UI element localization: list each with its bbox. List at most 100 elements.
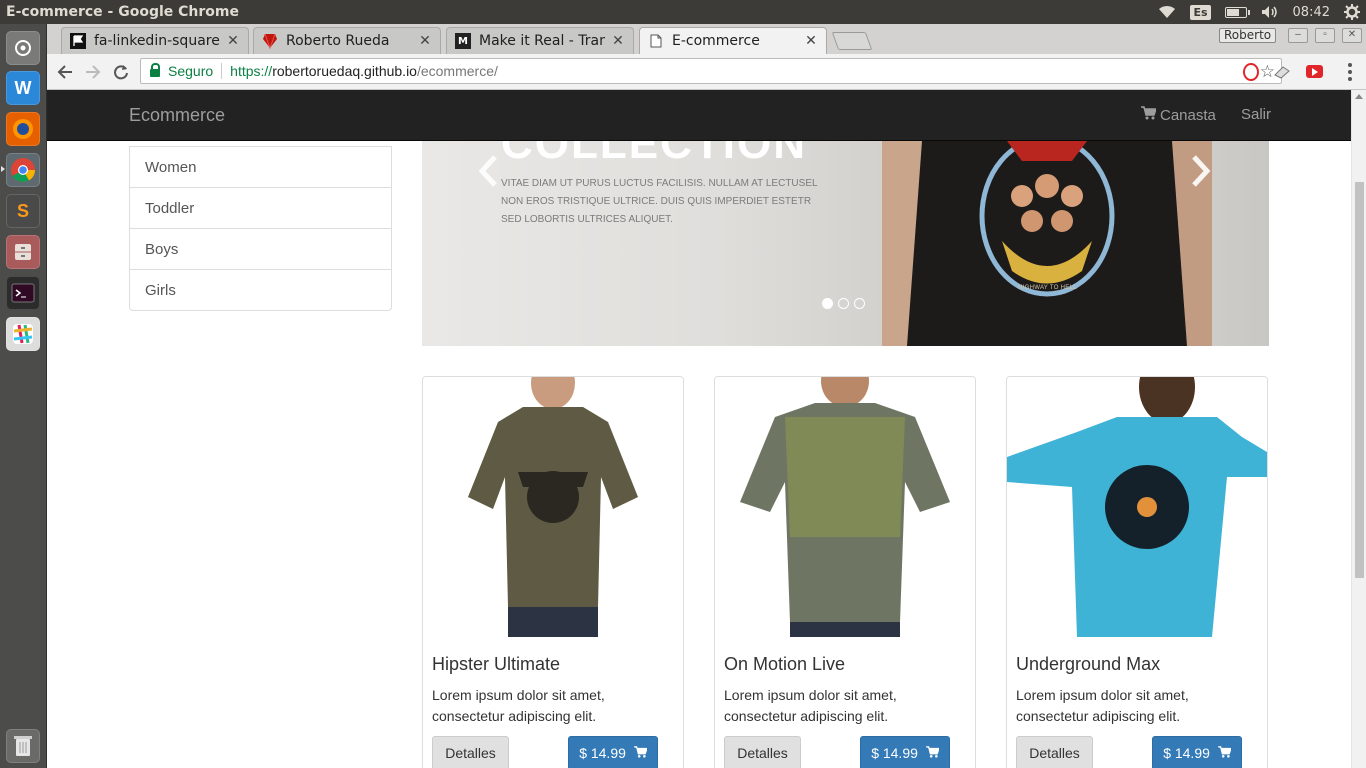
category-item-women[interactable]: Women xyxy=(130,146,391,187)
product-description: Lorem ipsum dolor sit amet, consectetur … xyxy=(724,687,897,724)
terminal-icon[interactable] xyxy=(6,276,40,310)
tab-title: Make it Real - Transl xyxy=(479,33,605,49)
scrollbar-thumb[interactable] xyxy=(1355,182,1364,578)
carousel-indicators xyxy=(822,298,865,309)
os-top-panel: E-commerce - Google Chrome Es 08:42 xyxy=(0,0,1366,24)
carousel-shirt-print: HIGHWAY TO HELL xyxy=(1018,285,1077,291)
category-item-boys[interactable]: Boys xyxy=(130,228,391,269)
nav-cart-link[interactable]: Canasta xyxy=(1141,106,1216,124)
carousel-indicator[interactable] xyxy=(838,298,849,309)
omnibox-divider xyxy=(221,63,223,79)
tab-title: E-commerce xyxy=(672,33,760,49)
minimize-button[interactable]: – xyxy=(1288,28,1308,43)
nav-logout-link[interactable]: Salir xyxy=(1241,106,1271,123)
battery-icon[interactable] xyxy=(1224,6,1250,18)
product-card: Hipster Ultimate Lorem ipsum dolor sit a… xyxy=(422,376,684,768)
sublime-text-icon[interactable]: S xyxy=(6,194,40,228)
price-label: $ 14.99 xyxy=(871,745,918,761)
product-name[interactable]: Hipster Ultimate xyxy=(432,654,560,675)
details-button[interactable]: Detalles xyxy=(1016,736,1093,768)
tab-roberto-rueda[interactable]: Roberto Rueda ✕ xyxy=(253,27,441,54)
chrome-menu-icon[interactable] xyxy=(1348,63,1352,81)
carousel-model-image xyxy=(882,141,1212,346)
tab-ecommerce[interactable]: E-commerce ✕ xyxy=(639,27,827,54)
carousel-next-button[interactable] xyxy=(1190,155,1212,196)
product-name[interactable]: Underground Max xyxy=(1016,654,1160,675)
close-icon[interactable]: ✕ xyxy=(804,33,818,49)
dash-home-icon[interactable] xyxy=(6,31,40,65)
details-button[interactable]: Detalles xyxy=(432,736,509,768)
url-path: /ecommerce/ xyxy=(416,63,498,79)
running-indicator xyxy=(1,166,5,172)
profile-button[interactable]: Roberto xyxy=(1219,28,1277,43)
carousel-indicator[interactable] xyxy=(854,298,865,309)
product-card: Underground Max Lorem ipsum dolor sit am… xyxy=(1006,376,1268,768)
product-description: Lorem ipsum dolor sit amet, consectetur … xyxy=(432,687,605,724)
chrome-icon[interactable] xyxy=(6,153,40,187)
wifi-icon[interactable] xyxy=(1158,5,1176,19)
lock-icon[interactable] xyxy=(150,63,160,77)
tab-title: fa-linkedin-square: xyxy=(94,33,220,49)
youtube-extension-icon[interactable] xyxy=(1306,65,1323,78)
browser-toolbar: Seguro https:// robertoruedaq.github.io … xyxy=(47,54,1366,90)
page-viewport: Ecommerce Canasta Salir Women Toddler Bo… xyxy=(47,90,1351,768)
close-icon[interactable]: ✕ xyxy=(418,33,432,49)
carousel-caption: VITAE DIAM UT PURUS LUCTUS FACILISIS. NU… xyxy=(501,178,818,225)
close-icon[interactable]: ✕ xyxy=(611,33,625,49)
page-icon xyxy=(648,33,664,49)
close-icon[interactable]: ✕ xyxy=(226,33,240,49)
wps-writer-icon[interactable]: W xyxy=(6,71,40,105)
tab-fa-linkedin[interactable]: fa-linkedin-square: ✕ xyxy=(61,27,249,54)
back-button[interactable] xyxy=(53,60,77,84)
browser-tab-strip: fa-linkedin-square: ✕ Roberto Rueda ✕ M … xyxy=(47,24,1366,54)
add-to-cart-button[interactable]: $ 14.99 xyxy=(568,736,658,768)
shopping-cart-icon xyxy=(1141,106,1158,124)
volume-icon[interactable] xyxy=(1261,5,1279,19)
forward-button[interactable] xyxy=(81,60,105,84)
shopping-cart-icon xyxy=(1217,745,1232,761)
ruby-icon xyxy=(262,33,278,49)
unity-launcher: W S xyxy=(0,24,47,768)
keyboard-layout-indicator[interactable]: Es xyxy=(1190,4,1211,20)
url-scheme: https:// xyxy=(230,63,273,79)
reload-button[interactable] xyxy=(109,60,133,84)
trash-icon[interactable] xyxy=(6,729,40,763)
shopping-cart-icon xyxy=(633,745,648,761)
price-label: $ 14.99 xyxy=(579,745,626,761)
file-cabinet-icon[interactable] xyxy=(6,235,40,269)
flag-icon xyxy=(70,33,86,49)
window-title: E-commerce - Google Chrome xyxy=(6,4,239,20)
tab-title: Roberto Rueda xyxy=(286,33,390,49)
category-item-toddler[interactable]: Toddler xyxy=(130,187,391,228)
m-icon: M xyxy=(455,33,471,49)
product-name[interactable]: On Motion Live xyxy=(724,654,845,675)
url-host: robertoruedaq.github.io xyxy=(272,63,417,79)
details-button[interactable]: Detalles xyxy=(724,736,801,768)
product-image xyxy=(423,377,683,637)
price-label: $ 14.99 xyxy=(1163,745,1210,761)
site-brand[interactable]: Ecommerce xyxy=(129,105,225,126)
product-image xyxy=(715,377,975,637)
scroll-up-arrow-icon[interactable] xyxy=(1355,94,1363,99)
carousel-indicator[interactable] xyxy=(822,298,833,309)
clock[interactable]: 08:42 xyxy=(1293,5,1330,20)
hero-carousel: COLLECTION VITAE DIAM UT PURUS LUCTUS FA… xyxy=(422,141,1269,346)
carousel-prev-button[interactable] xyxy=(477,155,499,196)
close-window-button[interactable]: ✕ xyxy=(1342,28,1362,43)
slack-icon[interactable] xyxy=(6,317,40,351)
add-to-cart-button[interactable]: $ 14.99 xyxy=(1152,736,1242,768)
page-scrollbar[interactable] xyxy=(1351,90,1366,768)
secure-label[interactable]: Seguro xyxy=(168,63,213,79)
tab-make-it-real[interactable]: M Make it Real - Transl ✕ xyxy=(446,27,634,54)
new-tab-button[interactable] xyxy=(831,32,873,50)
maximize-button[interactable]: ▫ xyxy=(1315,28,1335,43)
add-to-cart-button[interactable]: $ 14.99 xyxy=(860,736,950,768)
opera-extension-icon[interactable] xyxy=(1243,63,1259,81)
shopping-cart-icon xyxy=(925,745,940,761)
category-item-girls[interactable]: Girls xyxy=(130,269,391,310)
settings-gear-icon[interactable] xyxy=(1344,4,1360,20)
eraser-extension-icon[interactable] xyxy=(1273,63,1291,81)
firefox-icon[interactable] xyxy=(6,112,40,146)
address-bar[interactable]: Seguro https:// robertoruedaq.github.io … xyxy=(140,58,1282,84)
carousel-heading: COLLECTION xyxy=(501,141,807,168)
